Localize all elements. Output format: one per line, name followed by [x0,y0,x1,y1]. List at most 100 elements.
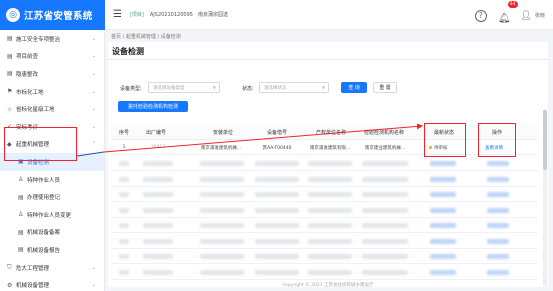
redacted-cell [430,207,456,213]
breadcrumb-home[interactable]: 首页 [111,34,121,40]
redacted-cell [143,238,173,244]
sidebar-item-worker-change[interactable]: ♙ 特种作业人员变更 [0,206,104,224]
th-owner: 产权单位名称 [315,130,347,136]
chevron-down-icon: ⌄ [91,35,96,42]
redacted-cell[interactable] [487,176,509,182]
user-icon: ♙ [18,176,24,184]
status-select[interactable]: 请选择状态 ▼ [259,82,329,93]
reset-button[interactable]: 重 置 [373,82,397,93]
redacted-cell [119,254,129,259]
gear-icon: ⚙ [7,281,13,289]
redacted-cell [362,207,408,213]
redacted-cell [255,176,299,182]
sidebar-item-major-works[interactable]: ⛉ 危大工程管理 ⌄ [0,259,104,277]
sidebar-item-hazard[interactable]: ▤ 隐患整改 ⌄ [0,65,104,83]
page-title: 设备检测 [112,47,144,56]
redacted-cell [200,161,244,166]
redacted-cell [143,192,173,197]
sidebar-item-equipment-management[interactable]: ⚙ 机械设备管理 ⌄ [0,276,104,291]
redacted-cell [362,223,408,228]
redacted-cell [119,207,129,213]
vertical-scrollbar[interactable] [543,110,547,286]
redacted-cell [308,238,352,244]
redacted-cell [200,207,244,213]
redacted-cell [430,238,456,244]
doc-icon: ▤ [18,193,24,201]
redacted-cell [200,176,244,182]
device-type-select[interactable]: 请选择设备类型 ▼ [148,82,220,93]
redacted-cell [362,161,408,166]
sidebar-item-equipment-report[interactable]: ▤ 机械设备报告 [0,241,104,259]
chevron-up-icon: ⌃ [91,141,96,148]
redacted-cell[interactable] [487,207,509,213]
redacted-cell [143,223,173,228]
sidebar-item-equipment-filing[interactable]: ▤ 机械设备备案 [0,224,104,242]
doc-icon: ▤ [18,246,24,254]
user-avatar-icon[interactable]: 👤︎ [521,11,532,21]
redacted-cell[interactable] [487,269,509,275]
cell-inspector: 南京建业建筑机械... [364,146,406,151]
redacted-cell [255,192,299,197]
redacted-cell [255,223,299,228]
sidebar-item-project-check[interactable]: ▤ 项目前查 ⌄ [0,48,104,66]
operation-highlight-box [478,123,516,157]
breadcrumb-current: 设备检测 [160,34,181,40]
redacted-cell [255,238,299,244]
redacted-cell [362,254,408,259]
th-factory-no: 出厂编号 [145,130,167,136]
sidebar-highlight-box [4,127,77,161]
redacted-cell [200,223,244,228]
redacted-cell [430,223,456,228]
redacted-cell [119,161,129,166]
sidebar-item-special-workers[interactable]: ♙ 特种作业人员 [0,171,104,189]
redacted-cell [308,207,352,213]
app-title: 江苏省安管系统 [24,11,93,22]
redacted-cell [362,238,408,244]
entrust-inspection-button[interactable]: 委托检验检测机构检测 [118,101,188,112]
breadcrumb-crane[interactable]: 起重机械管理 [126,34,156,40]
status-label: 状态: [242,86,254,92]
app-frame: ◎ 江苏省安管系统 ☰ [项目] AJS20210120095 南京蒲宗园送 ?… [0,0,553,291]
redacted-cell[interactable] [487,161,509,166]
redacted-cell [430,269,456,275]
redacted-cell [143,161,173,166]
title-divider [108,59,548,60]
redacted-cell [200,238,244,244]
redacted-cell[interactable] [487,192,509,197]
sidebar-item-safety-rectification[interactable]: ▤ 施工安全专项整治 ⌄ [0,30,104,48]
redacted-cell [143,269,173,275]
redacted-cell [255,254,299,259]
redacted-cell[interactable] [487,254,509,259]
redacted-cell [143,254,173,259]
redacted-cell[interactable] [487,223,509,228]
scrollbar-thumb[interactable] [543,110,547,170]
redacted-cell [430,192,456,197]
redacted-cell [430,176,456,182]
help-icon[interactable]: ? [474,9,487,22]
project-id[interactable]: AJS20210120095 [150,12,193,18]
redacted-cell [119,176,129,182]
redacted-cell [200,269,244,275]
redacted-cell [430,254,456,259]
redacted-cell [308,269,352,275]
project-tag: [项目] [129,12,144,18]
sidebar-item-usage-registration[interactable]: ▤ 办理使用登记 [0,188,104,206]
chevron-down-icon: ▼ [212,85,216,90]
redacted-cell [119,238,129,244]
user-name[interactable]: 张晓 [535,12,545,19]
top-bar: ☰ [项目] AJS20210120095 南京蒲宗园送 ? 🔔︎ 44 👤︎ … [105,0,553,30]
redacted-cell [430,161,456,166]
redacted-cell [308,192,352,197]
sidebar-item-city-standard[interactable]: ⚑ 市标化工地 ⌄ [0,83,104,101]
sidebar-item-province-star[interactable]: ☆ 省标化星级工地 ⌄ [0,100,104,118]
top-right-tools: ? 🔔︎ 44 👤︎ 张晓 [474,1,545,25]
search-button[interactable]: 查 询 [341,82,367,93]
cell-install-unit: 南京浦发建筑机械... [200,146,242,151]
notification-button[interactable]: 🔔︎ 44 [497,1,518,25]
redacted-cell[interactable] [487,238,509,244]
menu-toggle-icon[interactable]: ☰ [113,9,122,20]
bell-icon: 🔔︎ [497,13,511,24]
chevron-down-icon: ⌄ [91,88,96,95]
footer: copyright © 2021 江苏省住房和城乡建设厅 [282,283,374,288]
redacted-cell [308,254,352,259]
